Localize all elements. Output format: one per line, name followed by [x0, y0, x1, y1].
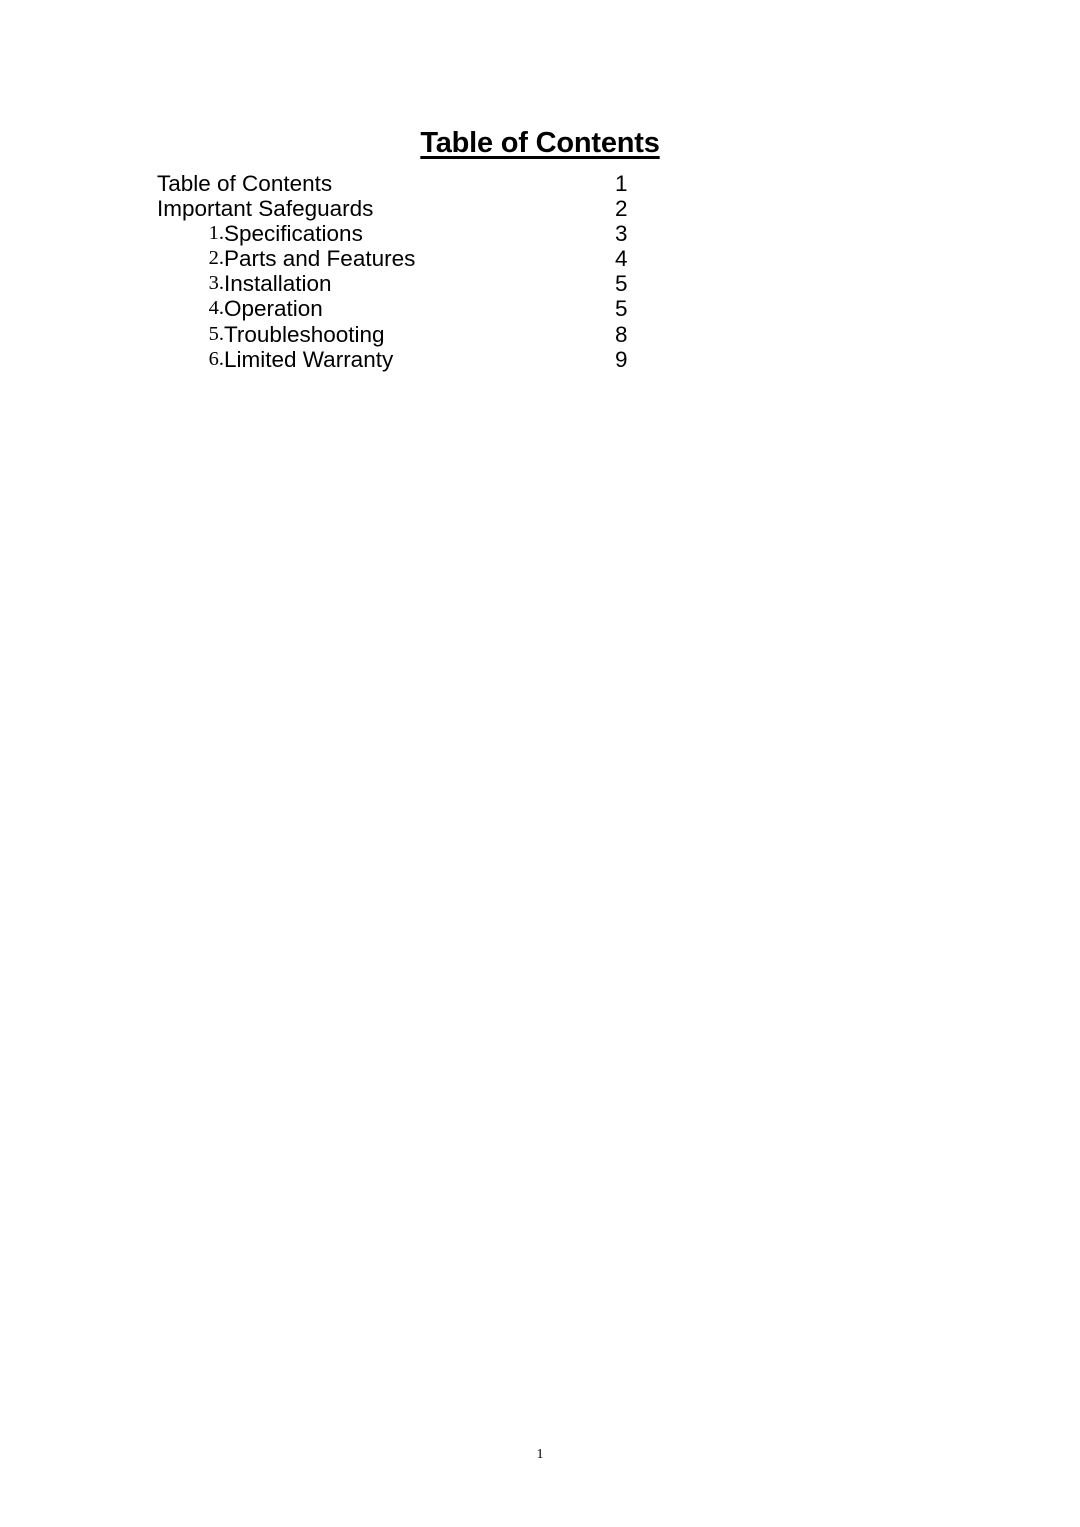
toc-entry-label: Installation — [224, 271, 332, 297]
toc-entry-label: Table of Contents — [157, 171, 333, 196]
toc-entry-limited-warranty[interactable]: 6. Limited Warranty 9 — [157, 347, 677, 372]
toc-entry-page-number: 2 — [615, 196, 628, 222]
toc-entry-specifications[interactable]: 1. Specifications 3 — [157, 221, 677, 246]
toc-entry-operation[interactable]: 4. Operation 5 — [157, 296, 677, 321]
toc-entry-page-number: 9 — [615, 346, 628, 372]
toc-entry-installation[interactable]: 3. Installation 5 — [157, 271, 677, 296]
toc-entry-number: 4. — [208, 297, 224, 320]
toc-entry-page-number: 5 — [615, 296, 628, 322]
toc-entry-page-number: 3 — [615, 221, 628, 247]
page-title-text: Table of Contents — [420, 127, 660, 160]
toc-entry-page-number: 1 — [615, 171, 628, 196]
toc-entry-page-number: 5 — [615, 271, 628, 297]
toc-entry-number: 6. — [208, 347, 224, 370]
table-of-contents-list: Table of Contents 1 Important Safeguards… — [157, 171, 677, 372]
toc-entry-number: 1. — [208, 222, 224, 245]
toc-entry-label: Operation — [224, 296, 323, 322]
toc-entry-parts-and-features[interactable]: 2. Parts and Features 4 — [157, 246, 677, 271]
toc-entry-page-number: 4 — [615, 246, 628, 272]
toc-entry-number: 2. — [208, 247, 224, 270]
document-page: Table of Contents Table of Contents 1 Im… — [0, 0, 1080, 1527]
page-title: Table of Contents — [0, 127, 1080, 160]
toc-entry-number: 3. — [208, 272, 224, 295]
footer-page-number: 1 — [536, 1447, 544, 1462]
toc-entry-label: Important Safeguards — [157, 196, 374, 222]
toc-entry-number: 5. — [208, 322, 224, 345]
toc-entry-page-number: 8 — [615, 321, 628, 347]
toc-entry-troubleshooting[interactable]: 5. Troubleshooting 8 — [157, 322, 677, 347]
toc-entry-important-safeguards[interactable]: Important Safeguards 2 — [157, 196, 677, 221]
toc-entry-table-of-contents[interactable]: Table of Contents 1 — [157, 171, 677, 196]
